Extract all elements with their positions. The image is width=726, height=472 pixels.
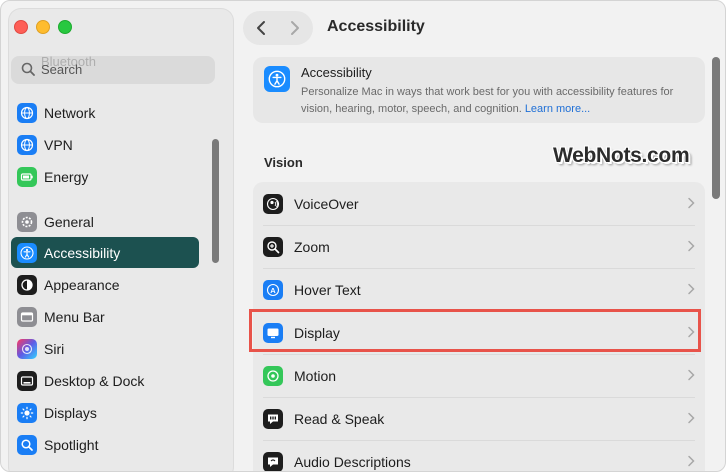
audio-descriptions-icon: [263, 451, 283, 471]
sidebar-item-label: Network: [44, 104, 96, 121]
row-motion[interactable]: Motion: [253, 354, 705, 397]
chevron-right-icon: [688, 240, 695, 252]
appearance-icon: [17, 274, 37, 295]
dock-icon: [17, 370, 37, 391]
sidebar-item-label: Desktop & Dock: [44, 372, 145, 389]
svg-text:A: A: [270, 285, 276, 294]
sidebar-scrollbar[interactable]: [212, 139, 219, 263]
sidebar-item-accessibility[interactable]: Accessibility: [11, 237, 199, 268]
sidebar-item-label: Appearance: [44, 276, 120, 293]
sidebar-item-appearance[interactable]: Appearance: [11, 269, 199, 300]
chevron-right-icon: [688, 369, 695, 381]
sidebar-item-energy[interactable]: Energy: [11, 161, 199, 192]
row-zoom[interactable]: Zoom: [253, 225, 705, 268]
row-label: Motion: [294, 367, 337, 384]
chevron-right-icon: [688, 412, 695, 424]
globe-icon: [17, 102, 37, 123]
row-label: Hover Text: [294, 281, 361, 298]
sidebar-item-desktop-dock[interactable]: Desktop & Dock: [11, 365, 199, 396]
sidebar-item-label: Accessibility: [44, 244, 121, 261]
display-highlight-box: [249, 309, 701, 352]
header-description: Personalize Mac in ways that work best f…: [301, 84, 701, 118]
sidebar-item-displays[interactable]: Displays: [11, 397, 199, 428]
sidebar-item-label: General: [44, 213, 94, 230]
sidebar-item-label: Siri: [44, 340, 65, 357]
sidebar-item-label: VPN: [44, 136, 73, 153]
settings-window: Bluetooth Search Network VPN Energy Gene…: [0, 0, 726, 472]
learn-more-link[interactable]: Learn more...: [525, 103, 590, 115]
sidebar-item-general[interactable]: General: [11, 206, 199, 237]
search-placeholder: Search: [41, 62, 83, 77]
search-icon: [17, 434, 37, 455]
sidebar-item-network[interactable]: Network: [11, 97, 199, 128]
description-text: Personalize Mac in ways that work best f…: [301, 86, 674, 115]
hover-text-icon: A: [263, 279, 283, 300]
sidebar-item-vpn[interactable]: VPN: [11, 129, 199, 160]
siri-icon: [17, 338, 37, 359]
chevron-right-icon: [688, 455, 695, 467]
row-label: Audio Descriptions: [294, 453, 411, 470]
sidebar-item-menu-bar[interactable]: Menu Bar: [11, 301, 199, 332]
chevron-right-icon: [291, 21, 299, 35]
window-title: Accessibility: [327, 18, 425, 35]
section-title-vision: Vision: [264, 155, 303, 170]
zoom-icon: [263, 236, 283, 257]
voiceover-icon: [263, 193, 283, 214]
row-voiceover[interactable]: VoiceOver: [253, 182, 705, 225]
globe-icon: [17, 134, 37, 155]
watermark: WebNots.com: [553, 144, 690, 167]
motion-icon: [263, 365, 283, 386]
row-read-speak[interactable]: Read & Speak: [253, 397, 705, 440]
battery-icon: [17, 166, 37, 187]
zoom-button[interactable]: [58, 20, 72, 34]
sidebar-item-siri[interactable]: Siri: [11, 333, 199, 364]
row-label: Zoom: [294, 238, 330, 255]
sidebar-item-label: Energy: [44, 168, 89, 185]
sidebar-item-label: Spotlight: [44, 436, 99, 453]
sun-icon: [17, 402, 37, 423]
row-hover-text[interactable]: A Hover Text: [253, 268, 705, 311]
accessibility-icon: [264, 66, 290, 92]
accessibility-icon: [17, 242, 37, 263]
close-button[interactable]: [14, 20, 28, 34]
search-icon: [21, 62, 35, 76]
header-title: Accessibility: [301, 65, 372, 80]
content-scrollbar[interactable]: [712, 57, 720, 199]
gear-icon: [17, 211, 37, 232]
minimize-button[interactable]: [36, 20, 50, 34]
sidebar-item-label: Menu Bar: [44, 308, 105, 325]
sidebar-item-spotlight[interactable]: Spotlight: [11, 429, 199, 460]
row-label: Read & Speak: [294, 410, 385, 427]
speech-bubble-icon: [263, 408, 283, 429]
chevron-right-icon: [688, 283, 695, 295]
row-audio-descriptions[interactable]: Audio Descriptions: [253, 440, 705, 471]
chevron-left-icon: [257, 21, 265, 35]
chevron-right-icon: [688, 197, 695, 209]
row-label: VoiceOver: [294, 195, 359, 212]
menu-bar-icon: [17, 306, 37, 327]
back-button[interactable]: [249, 16, 273, 40]
forward-button[interactable]: [283, 16, 307, 40]
sidebar-item-label: Displays: [44, 404, 97, 421]
